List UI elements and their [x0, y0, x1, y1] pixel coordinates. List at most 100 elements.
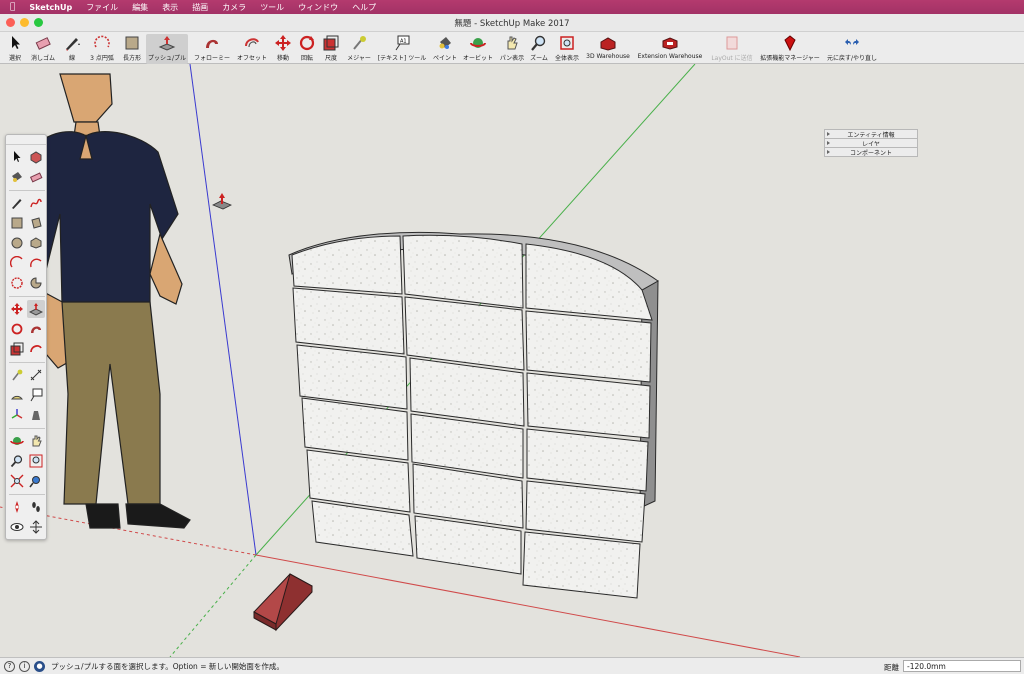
- palette-pushpull-button[interactable]: [27, 300, 45, 318]
- move-icon: [275, 35, 291, 51]
- palette-2point-arc-button[interactable]: [27, 254, 45, 272]
- red-brick[interactable]: [253, 573, 313, 632]
- palette-axes-button[interactable]: [8, 406, 26, 424]
- tape-measure-tool-button[interactable]: メジャー: [344, 34, 374, 64]
- undo-redo-button[interactable]: 元に戻す/やり直し: [824, 34, 880, 64]
- menu-file[interactable]: ファイル: [86, 2, 118, 13]
- large-toolset-toolbar: 選択 消しゴム 線 3 点円弧 長方形 プッシュ/プル フォローミー オフセット…: [0, 32, 1024, 64]
- drawing-viewport[interactable]: エンティティ情報 レイヤ コンポーネント: [0, 64, 1024, 657]
- rectangle-tool-button[interactable]: 長方形: [120, 34, 144, 64]
- palette-rotated-rectangle-button[interactable]: [27, 214, 45, 232]
- rotate-tool-button[interactable]: 回転: [296, 34, 318, 64]
- palette-eraser-button[interactable]: [27, 168, 45, 186]
- pushpull-icon: [158, 36, 176, 51]
- palette-circle-button[interactable]: [8, 234, 26, 252]
- menu-camera[interactable]: カメラ: [222, 2, 246, 13]
- palette-3point-arc-button[interactable]: [8, 274, 26, 292]
- palette-make-component-button[interactable]: [27, 148, 45, 166]
- menu-window[interactable]: ウィンドウ: [298, 2, 338, 13]
- arc-tool-button[interactable]: 3 点円弧: [86, 34, 118, 64]
- pencil-icon: [66, 38, 80, 51]
- pan-hand-icon: [507, 36, 518, 50]
- geo-location-icon[interactable]: ?: [4, 660, 15, 672]
- scale-tool-button[interactable]: 尺度: [320, 34, 342, 64]
- line-tool-button[interactable]: 線: [60, 34, 84, 64]
- apple-menu-icon[interactable]: : [10, 2, 15, 12]
- palette-move-button[interactable]: [8, 300, 26, 318]
- arrow-icon: [14, 151, 21, 162]
- move-tool-button[interactable]: 移動: [272, 34, 294, 64]
- palette-look-around-button[interactable]: [8, 518, 26, 536]
- pushpull-icon: [29, 303, 43, 316]
- palette-title-bar[interactable]: [6, 135, 46, 145]
- tool-palette[interactable]: [5, 134, 47, 540]
- menu-tools[interactable]: ツール: [260, 2, 284, 13]
- menu-view[interactable]: 表示: [162, 2, 178, 13]
- palette-protractor-button[interactable]: [8, 386, 26, 404]
- maximize-window-button[interactable]: [34, 18, 43, 27]
- palette-pan-button[interactable]: [27, 432, 45, 450]
- scale-figure[interactable]: [23, 73, 191, 529]
- offset-tool-button[interactable]: オフセット: [235, 34, 269, 64]
- zoom-tool-button[interactable]: ズーム: [528, 34, 550, 64]
- palette-zoom-window-button[interactable]: [27, 452, 45, 470]
- paint-bucket-tool-button[interactable]: ペイント: [430, 34, 460, 64]
- palette-pie-button[interactable]: [27, 274, 45, 292]
- credits-icon[interactable]: i: [19, 660, 30, 672]
- followme-tool-button[interactable]: フォローミー: [192, 34, 232, 64]
- palette-walk-button[interactable]: [27, 498, 45, 516]
- brick-wall[interactable]: [288, 231, 659, 599]
- text-tool-button[interactable]: A1 [テキスト] ツール: [376, 34, 428, 64]
- disclosure-triangle-icon[interactable]: [827, 132, 830, 136]
- app-menu[interactable]: SketchUp: [29, 3, 72, 12]
- palette-line-button[interactable]: [8, 194, 26, 212]
- disclosure-triangle-icon[interactable]: [827, 150, 830, 154]
- pan-tool-button[interactable]: パン表示: [497, 34, 527, 64]
- palette-section-plane-button[interactable]: [27, 518, 45, 536]
- palette-text-button[interactable]: [27, 386, 45, 404]
- menu-help[interactable]: ヘルプ: [352, 2, 376, 13]
- disclosure-triangle-icon[interactable]: [827, 141, 830, 145]
- zoom-extents-tool-button[interactable]: 全体表示: [552, 34, 582, 64]
- orbit-tool-button[interactable]: オービット: [462, 34, 494, 64]
- palette-position-camera-button[interactable]: [8, 498, 26, 516]
- close-window-button[interactable]: [6, 18, 15, 27]
- palette-followme-button[interactable]: [27, 320, 45, 338]
- select-tool-button[interactable]: 選択: [4, 34, 26, 64]
- palette-3d-text-button[interactable]: [27, 406, 45, 424]
- palette-rectangle-button[interactable]: [8, 214, 26, 232]
- 3d-text-icon: [32, 411, 40, 420]
- tray-components[interactable]: コンポーネント: [824, 147, 918, 157]
- palette-paint-button[interactable]: [8, 168, 26, 186]
- extension-manager-button[interactable]: 拡張機能マネージャー: [758, 34, 822, 64]
- menu-draw[interactable]: 描画: [192, 2, 208, 13]
- palette-zoom-button[interactable]: [8, 452, 26, 470]
- paint-bucket-icon: [439, 37, 451, 49]
- eraser-tool-button[interactable]: 消しゴム: [28, 34, 58, 64]
- palette-freehand-button[interactable]: [27, 194, 45, 212]
- zoom-window-icon: [29, 454, 43, 468]
- user-icon[interactable]: ●: [34, 660, 45, 672]
- palette-scale-button[interactable]: [8, 340, 26, 358]
- section-plane-icon: [30, 520, 42, 534]
- send-to-layout-button[interactable]: LayOut に送信: [708, 34, 756, 64]
- palette-zoom-extents-button[interactable]: [8, 472, 26, 490]
- measurement-box[interactable]: -120.0mm: [903, 660, 1021, 672]
- palette-polygon-button[interactable]: [27, 234, 45, 252]
- 3d-warehouse-button[interactable]: 3D Warehouse: [584, 34, 632, 64]
- tape-measure-icon: [12, 369, 23, 381]
- menu-edit[interactable]: 編集: [132, 2, 148, 13]
- palette-dimension-button[interactable]: [27, 366, 45, 384]
- palette-offset-button[interactable]: [27, 340, 45, 358]
- palette-rotate-button[interactable]: [8, 320, 26, 338]
- measurement-label: 距離: [884, 663, 899, 672]
- palette-arc-button[interactable]: [8, 254, 26, 272]
- palette-select-button[interactable]: [8, 148, 26, 166]
- pushpull-tool-button[interactable]: プッシュ/プル: [146, 34, 188, 64]
- blue-axis-solid: [189, 64, 257, 556]
- palette-previous-view-button[interactable]: [27, 472, 45, 490]
- extension-warehouse-button[interactable]: Extension Warehouse: [634, 34, 706, 64]
- minimize-window-button[interactable]: [20, 18, 29, 27]
- palette-tape-button[interactable]: [8, 366, 26, 384]
- palette-orbit-button[interactable]: [8, 432, 26, 450]
